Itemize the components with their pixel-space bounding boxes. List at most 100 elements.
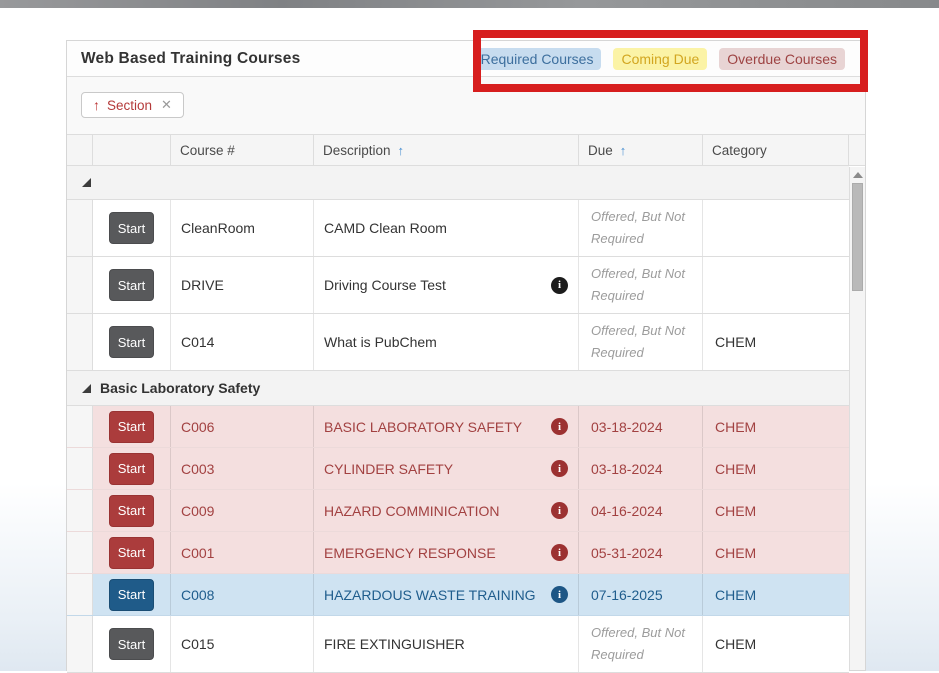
table-row[interactable]: Start C008 HAZARDOUS WASTE TRAINING i 07-16-… <box>67 574 849 616</box>
column-header-course-label: Course # <box>180 143 235 158</box>
description-text: What is PubChem <box>324 334 437 350</box>
training-courses-panel: Web Based Training Courses Required Cour… <box>66 40 866 671</box>
grid-header-row: Course # Description ↑ Due ↑ Category <box>67 135 865 166</box>
course-number-cell: DRIVE <box>171 257 314 313</box>
course-number-cell: C008 <box>171 574 314 615</box>
description-text: BASIC LABORATORY SAFETY <box>324 419 522 435</box>
category-cell: CHEM <box>703 574 849 615</box>
group-indent-cell <box>67 314 93 370</box>
scrollbar-thumb[interactable] <box>852 183 863 291</box>
start-button[interactable]: Start <box>109 579 154 611</box>
due-date-text: 03-18-2024 <box>591 419 663 435</box>
group-collapse-icon[interactable] <box>82 178 91 187</box>
start-button[interactable]: Start <box>109 269 154 301</box>
due-date-text: 05-31-2024 <box>591 545 663 561</box>
group-indent-cell <box>67 200 93 256</box>
scroll-up-arrow-icon[interactable] <box>853 172 863 178</box>
due-date-cell: 04-16-2024 <box>579 490 703 531</box>
group-chip-label: Section <box>107 98 152 113</box>
table-row[interactable]: StartC009HAZARD COMMINICATIONi04-16-2024… <box>67 490 849 532</box>
description-cell: BASIC LABORATORY SAFETY i <box>314 406 579 447</box>
table-row[interactable]: Start C006 BASIC LABORATORY SAFETY i 03-18-2… <box>67 406 849 448</box>
start-button-cell: Start <box>93 532 171 573</box>
group-indent-cell <box>67 532 93 573</box>
info-icon[interactable]: i <box>551 544 568 561</box>
column-header-description[interactable]: Description ↑ <box>314 135 579 165</box>
description-cell: FIRE EXTINGUISHER <box>314 616 579 672</box>
description-cell: HAZARDOUS WASTE TRAINING i <box>314 574 579 615</box>
vertical-scrollbar[interactable] <box>849 167 865 670</box>
column-header-due[interactable]: Due ↑ <box>579 135 703 165</box>
due-date-text: Offered, But Not Required <box>591 263 690 307</box>
table-row[interactable]: Start C015 FIRE EXTINGUISHER Offered, But N… <box>67 616 849 673</box>
table-row[interactable]: StartC003CYLINDER SAFETYi03-18-2024CHEM <box>67 448 849 490</box>
status-legend: Required CoursesComing DueOverdue Course… <box>473 48 865 70</box>
panel-header: Web Based Training Courses Required Cour… <box>67 41 865 77</box>
table-row[interactable]: StartCleanRoomCAMD Clean RoomOffered, Bu… <box>67 200 849 257</box>
sort-ascending-icon[interactable]: ↑ <box>620 143 627 158</box>
description-text: FIRE EXTINGUISHER <box>324 636 465 652</box>
start-button[interactable]: Start <box>109 628 154 660</box>
browser-top-bar <box>0 0 939 8</box>
category-cell: CHEM <box>703 616 849 672</box>
column-header-category[interactable]: Category <box>703 135 849 165</box>
category-cell <box>703 257 849 313</box>
group-collapse-icon[interactable] <box>82 384 91 393</box>
sort-ascending-icon[interactable]: ↑ <box>93 97 100 113</box>
description-text: HAZARDOUS WASTE TRAINING <box>324 587 536 603</box>
info-icon[interactable]: i <box>551 586 568 603</box>
start-button-cell: Start <box>93 257 171 313</box>
group-row-basic-laboratory-safety[interactable]: Basic Laboratory Safety <box>67 371 849 406</box>
description-cell: HAZARD COMMINICATION i <box>314 490 579 531</box>
start-button[interactable]: Start <box>109 326 154 358</box>
group-chip-section[interactable]: ↑ Section ✕ <box>81 92 184 118</box>
header-group-spacer <box>67 135 93 165</box>
course-number-cell: C006 <box>171 406 314 447</box>
start-button[interactable]: Start <box>109 537 154 569</box>
group-label: Basic Laboratory Safety <box>100 380 260 396</box>
info-icon[interactable]: i <box>551 418 568 435</box>
due-date-text: 04-16-2024 <box>591 503 663 519</box>
description-text: EMERGENCY RESPONSE <box>324 545 496 561</box>
due-date-cell: Offered, But Not Required <box>579 257 703 313</box>
start-button[interactable]: Start <box>109 212 154 244</box>
header-button-column <box>93 135 171 165</box>
description-cell: CAMD Clean Room <box>314 200 579 256</box>
category-cell: CHEM <box>703 490 849 531</box>
start-button[interactable]: Start <box>109 495 154 527</box>
column-header-course[interactable]: Course # <box>171 135 314 165</box>
due-date-cell: 05-31-2024 <box>579 532 703 573</box>
group-indent-cell <box>67 490 93 531</box>
description-text: Driving Course Test <box>324 277 446 293</box>
table-row[interactable]: StartC014What is PubChemOffered, But Not… <box>67 314 849 371</box>
column-header-description-label: Description <box>323 143 391 158</box>
course-number-cell: C015 <box>171 616 314 672</box>
due-date-text: 07-16-2025 <box>591 587 663 603</box>
sort-ascending-icon[interactable]: ↑ <box>398 143 405 158</box>
category-cell: CHEM <box>703 448 849 489</box>
description-cell: Driving Course Test i <box>314 257 579 313</box>
group-toolbar: ↑ Section ✕ <box>67 77 865 135</box>
remove-group-icon[interactable]: ✕ <box>161 97 172 113</box>
info-icon[interactable]: i <box>551 277 568 294</box>
due-date-cell: Offered, But Not Required <box>579 616 703 672</box>
description-text: HAZARD COMMINICATION <box>324 503 500 519</box>
description-cell: CYLINDER SAFETYi <box>314 448 579 489</box>
legend-badge-required-courses: Required Courses <box>473 48 602 70</box>
info-icon[interactable]: i <box>551 460 568 477</box>
course-number-cell: C003 <box>171 448 314 489</box>
column-header-category-label: Category <box>712 143 767 158</box>
start-button-cell: Start <box>93 314 171 370</box>
table-row[interactable]: StartC001EMERGENCY RESPONSEi05-31-2024CH… <box>67 532 849 574</box>
group-indent-cell <box>67 406 93 447</box>
group-indent-cell <box>67 616 93 672</box>
info-icon[interactable]: i <box>551 502 568 519</box>
start-button[interactable]: Start <box>109 453 154 485</box>
due-date-cell: 03-18-2024 <box>579 406 703 447</box>
start-button[interactable]: Start <box>109 411 154 443</box>
description-cell: What is PubChem <box>314 314 579 370</box>
table-row[interactable]: Start DRIVE Driving Course Test i Offered, B… <box>67 257 849 314</box>
group-indent-cell <box>67 448 93 489</box>
group-row[interactable] <box>67 166 849 200</box>
start-button-cell: Start <box>93 200 171 256</box>
